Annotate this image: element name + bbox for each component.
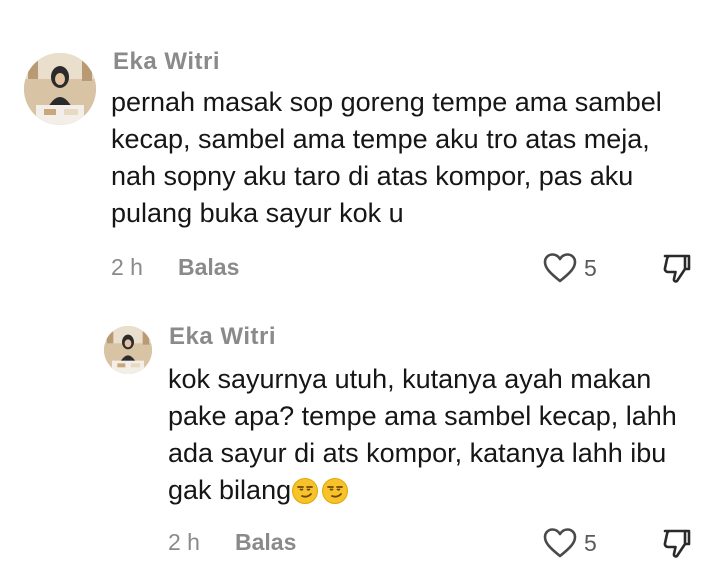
comment-text-line: pulang buka sayur kok u: [111, 198, 404, 228]
comment-text-line: ada sayur di ats kompor, katanya lahh ib…: [168, 438, 667, 468]
like-count: 5: [584, 529, 597, 556]
thumbs-down-icon: [663, 529, 691, 558]
comment-author[interactable]: Eka Witri: [169, 323, 276, 351]
smirk-face-emoji: [292, 478, 319, 504]
heart-outline-icon: [543, 253, 577, 283]
like-button[interactable]: 5: [542, 527, 597, 559]
comment-text: pernah masak sop goreng tempe ama sambel…: [111, 84, 662, 232]
smirk-face-emoji: [322, 478, 349, 504]
comment-text-line: pake apa? tempe ama sambel kecap, lahh: [168, 401, 677, 431]
comment-text: kok sayurnya utuh, kutanya ayah makan pa…: [168, 361, 677, 509]
comment-text-line: gak bilang: [168, 472, 677, 509]
like-count: 5: [584, 254, 597, 281]
thumbs-down-icon: [663, 254, 691, 283]
heart-outline-icon: [543, 528, 577, 558]
reply-button[interactable]: Balas: [178, 254, 239, 281]
comment-text-line: nah sopny aku taro di atas kompor, pas a…: [111, 161, 634, 191]
comment-text-line: kok sayurnya utuh, kutanya ayah makan: [168, 364, 652, 394]
dislike-button[interactable]: [662, 253, 692, 290]
avatar[interactable]: [24, 53, 96, 125]
comment-text-fragment: gak bilang: [168, 475, 292, 505]
comment-timestamp: 2 h: [111, 254, 143, 280]
comment-timestamp: 2 h: [168, 529, 200, 555]
comment-text-line: kecap, sambel ama tempe aku tro atas mej…: [111, 124, 650, 154]
comment: Eka Witri pernah masak sop goreng tempe …: [0, 0, 718, 300]
dislike-button[interactable]: [662, 528, 692, 565]
comment-author[interactable]: Eka Witri: [113, 48, 220, 76]
avatar[interactable]: [104, 326, 152, 374]
comment-text-line: pernah masak sop goreng tempe ama sambel: [111, 87, 662, 117]
reply-button[interactable]: Balas: [235, 529, 296, 556]
like-button[interactable]: 5: [542, 252, 597, 284]
reply-comment: Eka Witri kok sayurnya utuh, kutanya aya…: [0, 300, 718, 583]
